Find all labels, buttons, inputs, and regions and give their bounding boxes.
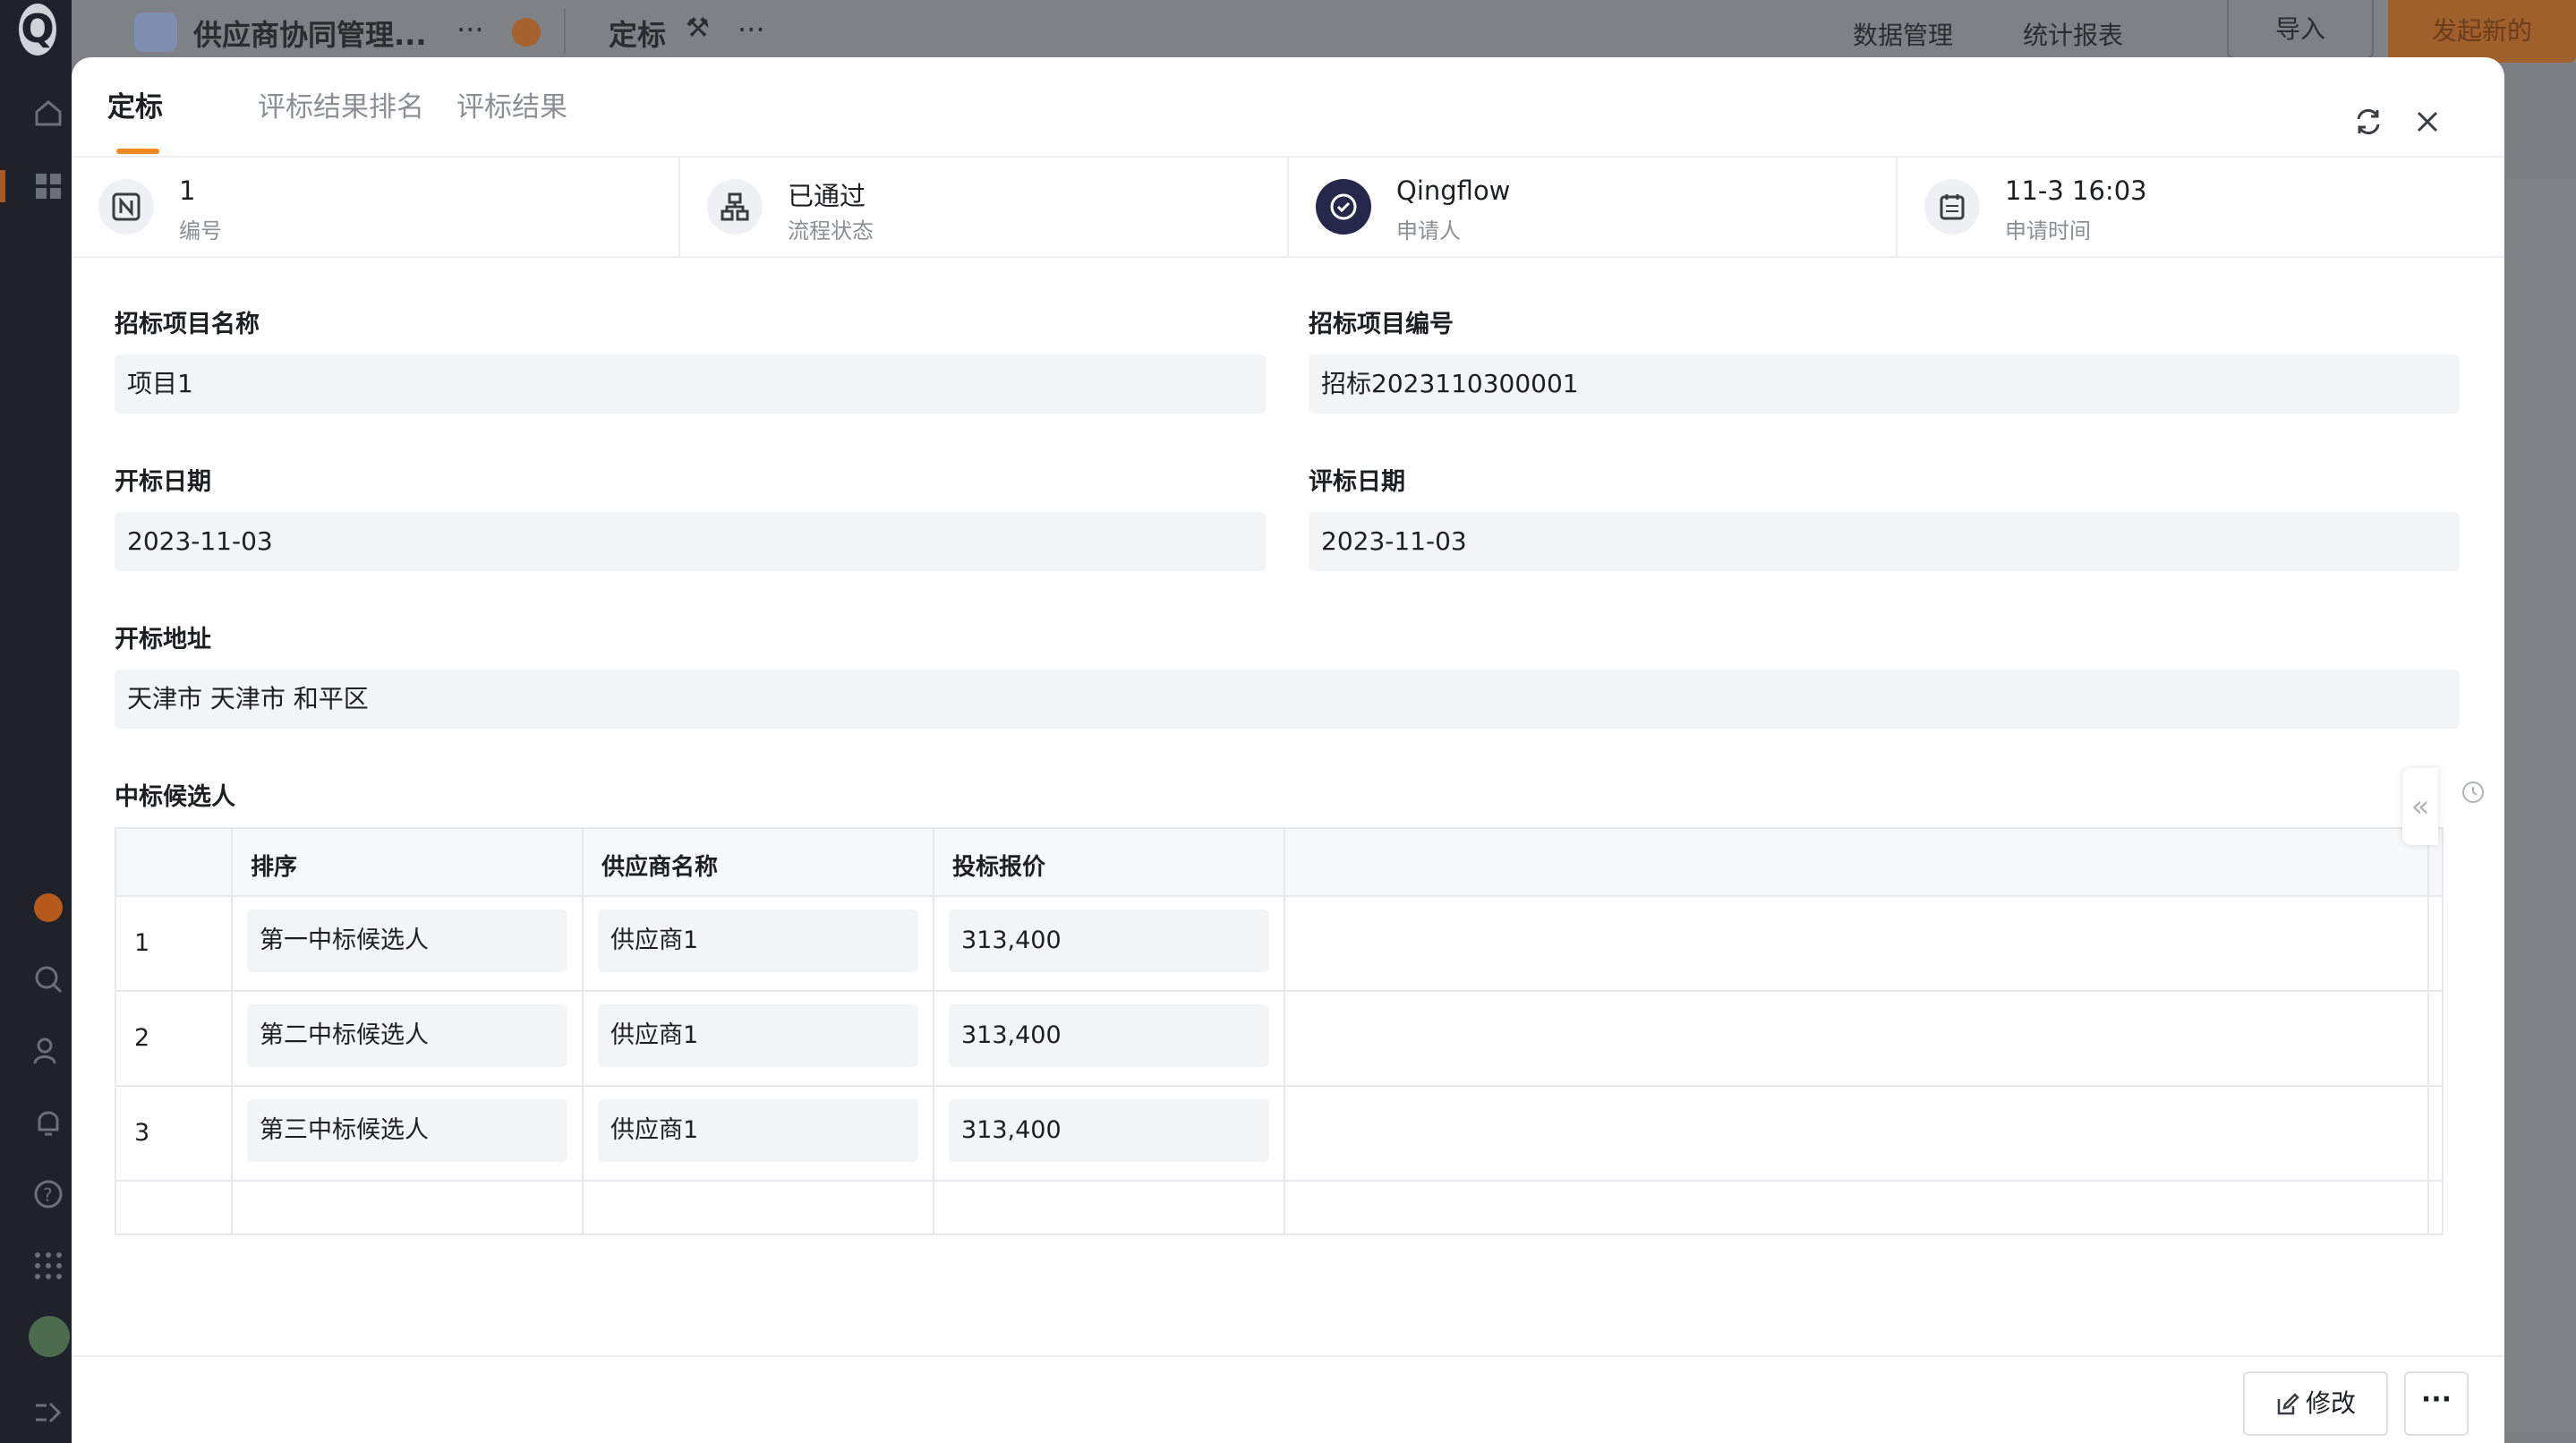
close-icon[interactable] <box>2410 104 2445 140</box>
price-cell: 313,400 <box>949 909 1269 972</box>
row-index: 1 <box>134 929 150 957</box>
column-header-supplier: 供应商名称 <box>601 854 719 881</box>
evaluation-date-field: 2023-11-03 <box>1309 512 2460 571</box>
svg-text:?: ? <box>43 1184 53 1206</box>
search-icon[interactable] <box>32 963 64 995</box>
info-apply-time: 11-3 16:03 申请时间 <box>1898 158 2504 256</box>
info-value: Qingflow <box>1396 175 1511 206</box>
home-icon[interactable] <box>32 97 64 129</box>
help-icon[interactable]: ? <box>32 1178 64 1210</box>
candidates-label: 中标候选人 <box>115 783 235 811</box>
app-logo[interactable]: Q <box>19 4 56 56</box>
info-record-number: 1 编号 <box>72 158 680 256</box>
column-divider <box>2427 829 2429 1234</box>
apps-grid-icon[interactable] <box>32 170 64 202</box>
project-number-label: 招标项目编号 <box>1309 311 1454 338</box>
project-number-field: 招标2023110300001 <box>1309 354 2460 414</box>
number-icon <box>98 179 154 235</box>
row-index: 2 <box>134 1024 150 1052</box>
rank-cell: 第三中标候选人 <box>247 1099 567 1162</box>
app-title[interactable]: 供应商协同管理... <box>193 13 426 54</box>
app-badge-icon <box>134 13 177 52</box>
rank-cell: 第二中标候选人 <box>247 1004 567 1067</box>
rank-cell: 第一中标候选人 <box>247 909 567 972</box>
contacts-icon[interactable] <box>32 1035 64 1067</box>
column-divider <box>1284 829 1285 1234</box>
applicant-avatar-icon <box>1316 179 1371 235</box>
form-title: 定标 <box>609 18 667 52</box>
info-label: 申请人 <box>1396 218 1461 243</box>
active-tab-indicator <box>116 149 159 154</box>
more-icon: ··· <box>2420 1384 2452 1415</box>
app-add-icon[interactable] <box>512 18 541 47</box>
tab-evaluation-ranking[interactable]: 评标结果排名 <box>258 84 424 124</box>
expand-sidebar-icon[interactable] <box>32 1396 64 1429</box>
evaluation-date-label: 评标日期 <box>1309 468 1405 496</box>
more-actions-button[interactable]: ··· <box>2404 1371 2469 1436</box>
record-info-row: 1 编号 已通过 流程状态 Qingflow 申请人 11-3 16:03 申请… <box>72 158 2504 258</box>
double-chevron-left-icon: « <box>2410 789 2430 824</box>
import-button[interactable]: 导入 <box>2227 0 2374 59</box>
table-row: 3 第三中标候选人 供应商1 313,400 <box>116 1085 2442 1182</box>
collapse-panel-handle[interactable]: « <box>2402 768 2438 845</box>
modal-footer: 修改 ··· <box>72 1355 2504 1443</box>
edit-button[interactable]: 修改 <box>2243 1371 2388 1436</box>
wrench-icon[interactable]: ⚒ <box>686 13 710 44</box>
data-management-link[interactable]: 数据管理 <box>1853 16 1953 52</box>
supplier-cell: 供应商1 <box>598 1004 918 1067</box>
add-icon[interactable] <box>34 893 63 922</box>
info-label: 申请时间 <box>2005 218 2091 243</box>
tab-award[interactable]: 定标 <box>107 84 163 124</box>
info-value: 1 <box>179 175 196 206</box>
bell-icon[interactable] <box>32 1106 64 1139</box>
info-value: 已通过 <box>788 181 866 211</box>
background-panel <box>2506 179 2576 1432</box>
refresh-icon[interactable] <box>2350 104 2386 140</box>
workflow-icon <box>707 179 763 235</box>
sidebar-active-indicator <box>0 170 5 202</box>
project-name-label: 招标项目名称 <box>115 311 260 338</box>
divider <box>564 9 566 54</box>
column-divider <box>933 829 934 1234</box>
column-header-rank: 排序 <box>251 854 298 881</box>
edit-icon <box>2277 1393 2299 1415</box>
table-row: 1 第一中标候选人 供应商1 313,400 <box>116 895 2442 992</box>
candidates-table: 排序 供应商名称 投标报价 1 第一中标候选人 供应商1 313,400 2 第… <box>115 827 2444 1235</box>
price-cell: 313,400 <box>949 1004 1269 1067</box>
column-divider <box>231 829 233 1234</box>
app-launcher-icon[interactable] <box>32 1250 64 1282</box>
open-date-label: 开标日期 <box>115 468 211 496</box>
info-workflow-status: 已通过 流程状态 <box>680 158 1289 256</box>
supplier-cell: 供应商1 <box>598 909 918 972</box>
table-row: 2 第二中标候选人 供应商1 313,400 <box>116 990 2442 1087</box>
user-avatar[interactable] <box>29 1316 70 1357</box>
open-date-field: 2023-11-03 <box>115 512 1266 571</box>
info-label: 编号 <box>179 218 222 243</box>
edit-button-label: 修改 <box>2305 1388 2356 1418</box>
app-topbar: 供应商协同管理... ··· 定标 ⚒ ··· 数据管理 统计报表 导入 发起新… <box>72 0 2576 63</box>
form-more-icon[interactable]: ··· <box>738 13 765 47</box>
info-value: 11-3 16:03 <box>2005 175 2147 206</box>
price-cell: 313,400 <box>949 1099 1269 1162</box>
open-address-label: 开标地址 <box>115 626 211 653</box>
info-label: 流程状态 <box>788 218 874 243</box>
tab-evaluation-result[interactable]: 评标结果 <box>456 84 567 124</box>
table-header: 排序 供应商名称 投标报价 <box>116 829 2442 897</box>
column-divider <box>582 829 584 1234</box>
calendar-icon <box>1924 179 1980 235</box>
supplier-cell: 供应商1 <box>598 1099 918 1162</box>
record-detail-modal: 定标 评标结果排名 评标结果 1 编号 已通过 流程状态 Qingflow 申请… <box>72 57 2504 1443</box>
new-record-button[interactable]: 发起新的 <box>2388 0 2576 63</box>
statistics-link[interactable]: 统计报表 <box>2023 16 2123 52</box>
app-more-icon[interactable]: ··· <box>456 13 484 47</box>
open-address-field: 天津市 天津市 和平区 <box>115 670 2460 729</box>
project-name-field: 项目1 <box>115 354 1266 414</box>
column-header-price: 投标报价 <box>952 854 1046 881</box>
history-icon[interactable] <box>2460 779 2486 806</box>
app-sidebar: Q ? <box>0 0 72 1443</box>
row-index: 3 <box>134 1119 150 1147</box>
info-applicant: Qingflow 申请人 <box>1289 158 1898 256</box>
